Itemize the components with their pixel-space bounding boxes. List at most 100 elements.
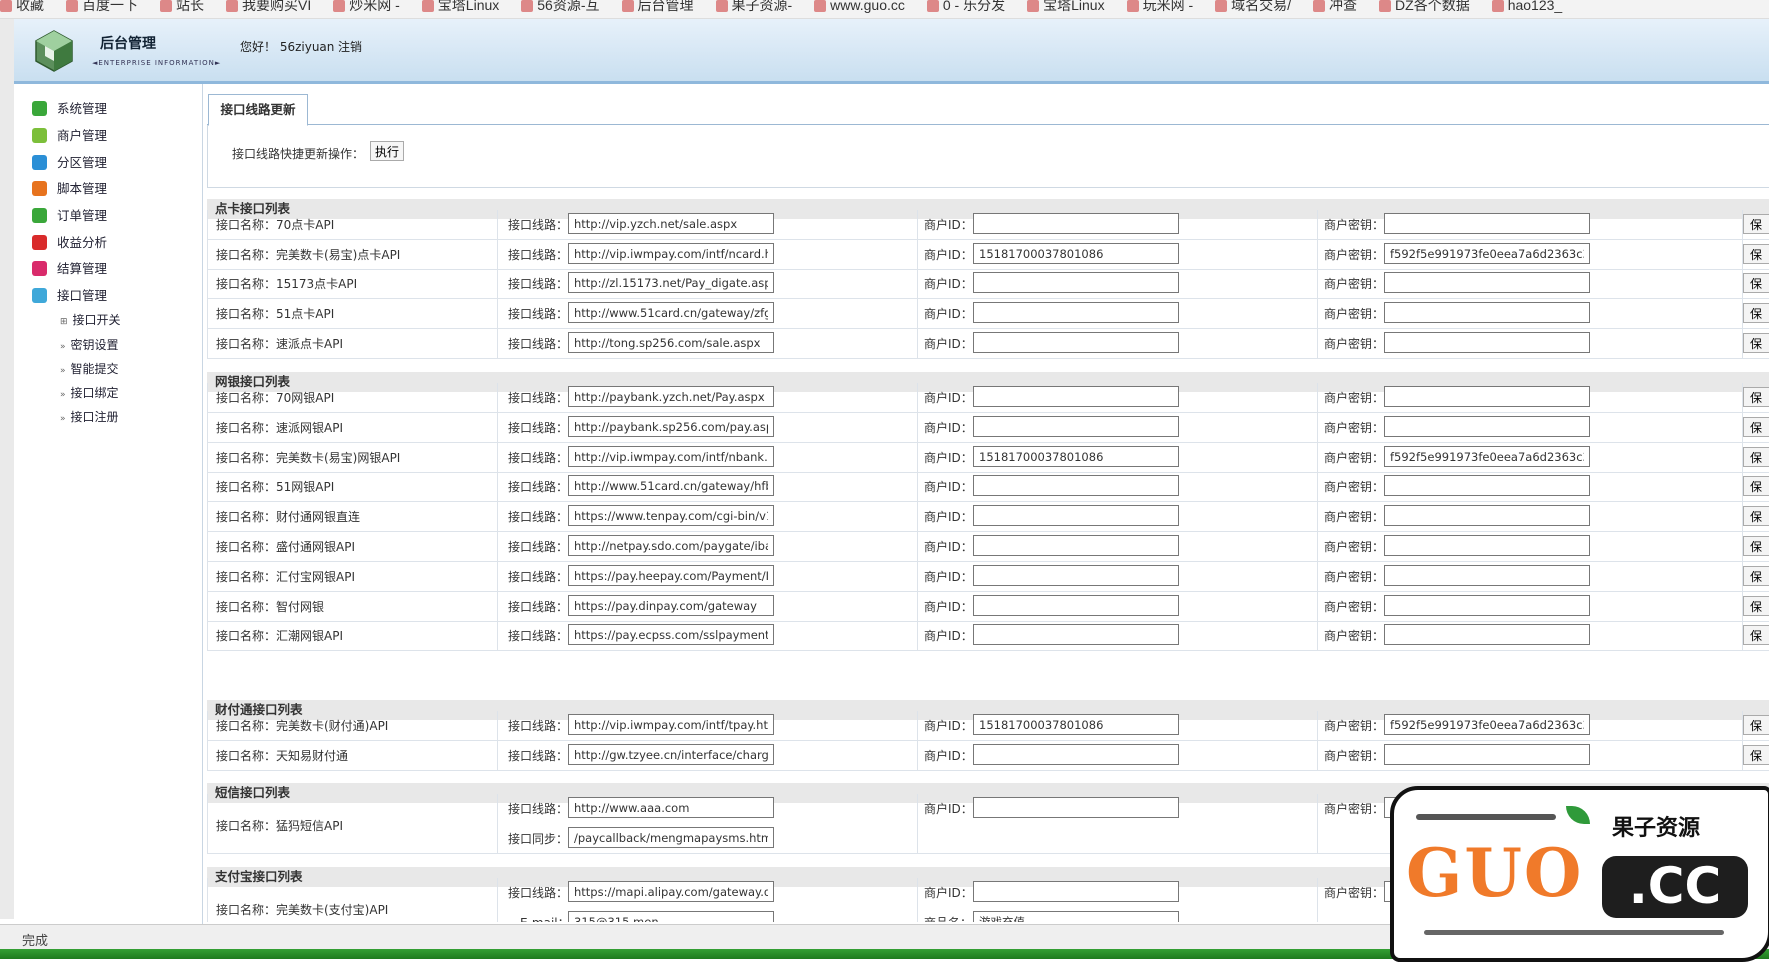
route-input[interactable] bbox=[568, 624, 774, 645]
merchant-key-input[interactable] bbox=[1384, 302, 1590, 323]
merchant-id-input[interactable] bbox=[973, 475, 1179, 496]
merchant-id-input[interactable] bbox=[973, 416, 1179, 437]
merchant-key-input[interactable] bbox=[1384, 332, 1590, 353]
merchant-id-input[interactable] bbox=[973, 332, 1179, 353]
save-button[interactable]: 保 bbox=[1743, 214, 1769, 234]
save-button[interactable]: 保 bbox=[1743, 715, 1769, 735]
save-button[interactable]: 保 bbox=[1743, 273, 1769, 293]
sidebar-item[interactable]: 订单管理 bbox=[32, 205, 107, 225]
save-button[interactable]: 保 bbox=[1743, 476, 1769, 496]
merchant-key-input[interactable] bbox=[1384, 624, 1590, 645]
save-button[interactable]: 保 bbox=[1743, 333, 1769, 353]
merchant-id-input[interactable] bbox=[973, 386, 1179, 407]
route-input[interactable] bbox=[568, 505, 774, 526]
bookmark-item[interactable]: DZ各个数据 bbox=[1379, 0, 1470, 13]
route-input[interactable] bbox=[568, 213, 774, 234]
bookmark-item[interactable]: 冲查 bbox=[1313, 0, 1357, 13]
bookmark-item[interactable]: 收藏 bbox=[0, 0, 44, 13]
route-input[interactable] bbox=[568, 243, 774, 264]
merchant-id-input[interactable] bbox=[973, 302, 1179, 323]
bookmark-item[interactable]: 站长 bbox=[160, 0, 204, 13]
save-button[interactable]: 保 bbox=[1743, 506, 1769, 526]
product-input[interactable] bbox=[973, 911, 1179, 922]
merchant-key-input[interactable] bbox=[1384, 213, 1590, 234]
bookmark-item[interactable]: 炒米网 - bbox=[333, 0, 400, 13]
bookmark-item[interactable]: 我要购买VI bbox=[226, 0, 311, 13]
merchant-id-input[interactable] bbox=[973, 714, 1179, 735]
sidebar-subitem[interactable]: » 密钥设置 bbox=[60, 336, 119, 353]
save-button[interactable]: 保 bbox=[1743, 303, 1769, 323]
sidebar-item[interactable]: 分区管理 bbox=[32, 152, 107, 172]
merchant-id-input[interactable] bbox=[973, 535, 1179, 556]
sidebar-subitem[interactable]: » 接口注册 bbox=[60, 408, 119, 425]
merchant-id-input[interactable] bbox=[973, 595, 1179, 616]
save-button[interactable]: 保 bbox=[1743, 387, 1769, 407]
merchant-id-input[interactable] bbox=[973, 624, 1179, 645]
route-input[interactable] bbox=[568, 881, 774, 902]
save-button[interactable]: 保 bbox=[1743, 447, 1769, 467]
merchant-key-input[interactable] bbox=[1384, 416, 1590, 437]
save-button[interactable]: 保 bbox=[1743, 417, 1769, 437]
sidebar-item[interactable]: 脚本管理 bbox=[32, 178, 107, 198]
save-button[interactable]: 保 bbox=[1743, 244, 1769, 264]
merchant-key-input[interactable] bbox=[1384, 446, 1590, 467]
save-button[interactable]: 保 bbox=[1743, 596, 1769, 616]
save-button[interactable]: 保 bbox=[1743, 745, 1769, 765]
merchant-key-input[interactable] bbox=[1384, 714, 1590, 735]
merchant-key-input[interactable] bbox=[1384, 386, 1590, 407]
route-input[interactable] bbox=[568, 744, 774, 765]
merchant-id-input[interactable] bbox=[973, 881, 1179, 902]
merchant-id-input[interactable] bbox=[973, 272, 1179, 293]
route-input[interactable] bbox=[568, 475, 774, 496]
merchant-id-input[interactable] bbox=[973, 213, 1179, 234]
route-input[interactable] bbox=[568, 565, 774, 586]
bookmark-item[interactable]: 果子资源- bbox=[715, 0, 792, 13]
merchant-id-input[interactable] bbox=[973, 565, 1179, 586]
bookmark-item[interactable]: hao123_ bbox=[1491, 0, 1562, 13]
route-input[interactable] bbox=[568, 302, 774, 323]
sidebar-item[interactable]: 接口管理 bbox=[32, 285, 107, 305]
sidebar-item[interactable]: 商户管理 bbox=[32, 125, 107, 145]
route-input[interactable] bbox=[568, 272, 774, 293]
save-button[interactable]: 保 bbox=[1743, 536, 1769, 556]
save-button[interactable]: 保 bbox=[1743, 566, 1769, 586]
bookmark-item[interactable]: 玩米网 - bbox=[1126, 0, 1193, 13]
merchant-id-input[interactable] bbox=[973, 505, 1179, 526]
merchant-id-input[interactable] bbox=[973, 797, 1179, 818]
sidebar-subitem[interactable]: » 接口绑定 bbox=[60, 384, 119, 401]
route-input[interactable] bbox=[568, 595, 774, 616]
route-input[interactable] bbox=[568, 535, 774, 556]
merchant-key-input[interactable] bbox=[1384, 595, 1590, 616]
merchant-id-input[interactable] bbox=[973, 744, 1179, 765]
sidebar-item[interactable]: 系统管理 bbox=[32, 98, 107, 118]
bookmark-item[interactable]: 后台管理 bbox=[621, 0, 694, 13]
merchant-key-input[interactable] bbox=[1384, 505, 1590, 526]
sidebar-item[interactable]: 收益分析 bbox=[32, 232, 107, 252]
sidebar-subitem[interactable]: ⊞ 接口开关 bbox=[60, 311, 121, 328]
save-button[interactable]: 保 bbox=[1743, 625, 1769, 645]
execute-button[interactable]: 执行 bbox=[370, 141, 404, 161]
bookmark-item[interactable]: 56资源-互 bbox=[521, 0, 600, 13]
sidebar-item[interactable]: 结算管理 bbox=[32, 258, 107, 278]
route-input[interactable] bbox=[568, 332, 774, 353]
merchant-key-input[interactable] bbox=[1384, 744, 1590, 765]
bookmark-item[interactable]: 百度一下 bbox=[66, 0, 138, 13]
merchant-key-input[interactable] bbox=[1384, 243, 1590, 264]
email-input[interactable] bbox=[568, 911, 774, 922]
bookmark-item[interactable]: 域名交易/ bbox=[1215, 0, 1291, 13]
merchant-key-input[interactable] bbox=[1384, 272, 1590, 293]
route-input[interactable] bbox=[568, 446, 774, 467]
bookmark-item[interactable]: 0 - 乐分发 bbox=[926, 0, 1005, 13]
route-input[interactable] bbox=[568, 416, 774, 437]
merchant-id-input[interactable] bbox=[973, 243, 1179, 264]
bookmark-item[interactable]: www.guo.cc bbox=[814, 0, 905, 13]
route-input[interactable] bbox=[568, 797, 774, 818]
merchant-key-input[interactable] bbox=[1384, 565, 1590, 586]
route-input[interactable] bbox=[568, 386, 774, 407]
bookmark-item[interactable]: 宝塔Linux bbox=[421, 0, 499, 13]
sync-input[interactable] bbox=[568, 827, 774, 848]
merchant-key-input[interactable] bbox=[1384, 475, 1590, 496]
merchant-id-input[interactable] bbox=[973, 446, 1179, 467]
sidebar-subitem[interactable]: » 智能提交 bbox=[60, 360, 119, 377]
tab-route-update[interactable]: 接口线路更新 bbox=[208, 94, 308, 126]
